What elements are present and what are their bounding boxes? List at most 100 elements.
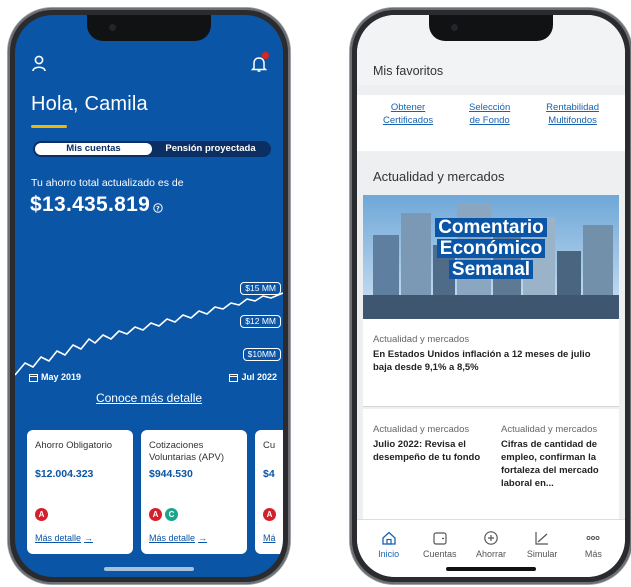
more-detail-link[interactable]: Más detalle → xyxy=(35,533,93,543)
tab-label: Cuentas xyxy=(423,549,457,559)
chart-tag-10mm: $10MM xyxy=(242,348,281,361)
hero-title: Comentario Económico Semanal xyxy=(363,217,619,280)
favorites-screen: Mis favoritos Obtener Certificados Selec… xyxy=(357,15,625,577)
account-amount: $12.004.323 xyxy=(35,468,94,480)
svg-text:?: ? xyxy=(156,205,160,213)
savings-label: Tu ahorro total actualizado es de xyxy=(31,177,184,189)
help-icon[interactable]: ? xyxy=(153,195,163,219)
more-detail-link[interactable]: Más detalle → xyxy=(149,533,207,543)
favorite-line: Multifondos xyxy=(548,115,597,126)
home-indicator xyxy=(446,567,536,571)
arrow-right-icon: → xyxy=(198,533,208,543)
notification-dot xyxy=(262,52,269,59)
more-detail-link[interactable]: Má xyxy=(263,533,276,543)
wallet-icon xyxy=(433,532,447,545)
phone-right: Mis favoritos Obtener Certificados Selec… xyxy=(350,8,631,584)
account-card[interactable]: Ahorro Obligatorio $12.004.323 A Más det… xyxy=(27,430,133,554)
savings-value: $13.435.819 xyxy=(30,193,151,216)
more-detail-label: Más detalle xyxy=(35,533,82,543)
account-cards: Ahorro Obligatorio $12.004.323 A Más det… xyxy=(27,430,283,554)
hero-banner[interactable]: Comentario Económico Semanal xyxy=(363,195,619,319)
calendar-icon xyxy=(29,373,38,382)
tab-label: Más xyxy=(584,549,602,559)
account-name: Cotizaciones Voluntarias (APV) xyxy=(149,440,224,463)
fund-badges: A xyxy=(35,508,48,521)
notch xyxy=(429,15,553,41)
phone-left: Hola, Camila Mis cuentas Pensión proyect… xyxy=(8,8,290,584)
calendar-icon xyxy=(229,373,239,382)
article-card[interactable]: Actualidad y mercados Cifras de cantidad… xyxy=(491,409,619,529)
favorites-links: Obtener Certificados Selección de Fondo … xyxy=(357,95,625,151)
fund-badge: A xyxy=(263,508,276,521)
date-start: May 2019 xyxy=(29,372,81,382)
article-headline: En Estados Unidos inflación a 12 meses d… xyxy=(373,349,591,373)
favorite-line: Rentabilidad xyxy=(546,102,599,113)
account-card[interactable]: Cotizaciones Voluntarias (APV) $944.530 … xyxy=(141,430,247,554)
article-category: Actualidad y mercados xyxy=(501,424,598,435)
bell-icon[interactable] xyxy=(250,52,269,78)
favorite-certificados[interactable]: Obtener Certificados xyxy=(383,101,433,151)
account-amount: $944.530 xyxy=(149,468,193,480)
favorite-seleccion-fondo[interactable]: Selección de Fondo xyxy=(469,101,510,151)
account-name: Ahorro Obligatorio xyxy=(35,440,113,451)
fund-badges: A C xyxy=(149,508,178,521)
tab-label: Simular xyxy=(526,549,558,559)
date-end: Jul 2022 xyxy=(229,372,277,382)
tab-mas[interactable]: Más xyxy=(571,530,615,577)
more-detail-label: Más detalle xyxy=(149,533,196,543)
tab-label: Inicio xyxy=(378,549,400,559)
tab-pension-proyectada[interactable]: Pensión proyectada xyxy=(152,143,269,155)
article-card[interactable]: Actualidad y mercados Julio 2022: Revisa… xyxy=(363,409,491,529)
article-headline: Julio 2022: Revisa el desempeño de tu fo… xyxy=(373,439,481,463)
article-headline: Cifras de cantidad de empleo, confirman … xyxy=(501,439,599,489)
accent-line xyxy=(31,125,67,128)
home-indicator xyxy=(104,567,194,571)
tab-inicio[interactable]: Inicio xyxy=(367,530,411,577)
chart-tag-12mm: $12 MM xyxy=(240,315,281,328)
fund-badge: C xyxy=(165,508,178,521)
favorite-line: Obtener xyxy=(390,102,426,113)
article-category: Actualidad y mercados xyxy=(373,424,470,435)
featured-article[interactable]: Actualidad y mercados En Estados Unidos … xyxy=(363,319,619,407)
savings-chart: $15 MM $12 MM $10MM xyxy=(15,265,283,385)
date-end-label: Jul 2022 xyxy=(241,372,277,382)
hero-line: Semanal xyxy=(448,260,534,279)
favorite-line: Certificados xyxy=(382,115,434,126)
favorite-line: de Fondo xyxy=(469,115,510,126)
account-amount: $4 xyxy=(263,468,275,480)
more-dots-icon xyxy=(586,536,600,540)
fund-badge: A xyxy=(35,508,48,521)
tab-mis-cuentas[interactable]: Mis cuentas xyxy=(35,143,152,155)
news-section-title: Actualidad y mercados xyxy=(373,169,505,184)
article-row: Actualidad y mercados Julio 2022: Revisa… xyxy=(363,409,619,529)
date-start-label: May 2019 xyxy=(41,372,82,382)
notch xyxy=(87,15,211,41)
chart-dates: May 2019 Jul 2022 xyxy=(29,372,277,384)
arrow-right-icon: → xyxy=(84,533,94,543)
greeting: Hola, Camila xyxy=(31,93,148,115)
accounts-toggle[interactable]: Mis cuentas Pensión proyectada xyxy=(33,141,271,157)
home-screen: Hola, Camila Mis cuentas Pensión proyect… xyxy=(15,15,283,577)
camera-icon xyxy=(451,24,458,31)
user-icon[interactable] xyxy=(31,55,47,78)
chart-tag-15mm: $15 MM xyxy=(240,282,281,295)
more-detail-link[interactable]: Conoce más detalle xyxy=(15,391,283,405)
fund-badge: A xyxy=(149,508,162,521)
home-icon xyxy=(381,531,396,545)
camera-icon xyxy=(109,24,116,31)
article-category: Actualidad y mercados xyxy=(373,334,470,345)
hero-line: Económico xyxy=(436,239,546,258)
fund-badges: A xyxy=(263,508,276,521)
savings-amount: $13.435.819 ? xyxy=(30,193,163,219)
favorites-title: Mis favoritos xyxy=(373,64,444,78)
hero-line: Comentario xyxy=(435,218,547,237)
favorite-rentabilidad[interactable]: Rentabilidad Multifondos xyxy=(546,101,599,151)
tab-label: Ahorrar xyxy=(475,549,506,559)
more-detail-label: Má xyxy=(263,533,276,543)
plus-circle-icon xyxy=(484,531,498,545)
favorite-line: Selección xyxy=(469,102,511,113)
chart-icon xyxy=(535,532,549,545)
account-card[interactable]: Cu $4 A Má xyxy=(255,430,283,554)
account-name: Cu xyxy=(263,440,276,451)
top-icons xyxy=(31,52,269,78)
